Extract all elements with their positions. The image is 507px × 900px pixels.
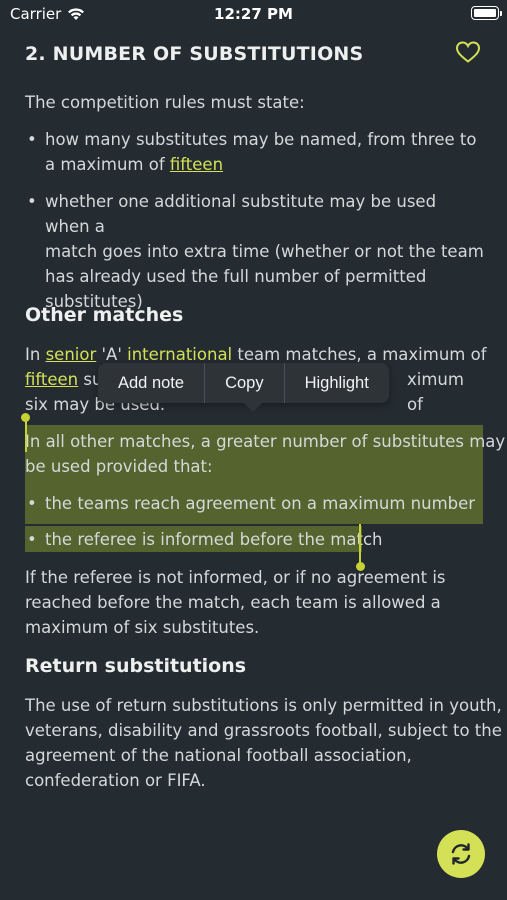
list-item: whether one additional substitute may be… — [25, 189, 485, 314]
add-note-button[interactable]: Add note — [98, 363, 204, 403]
paragraph-line: confederation or FIFA. — [25, 771, 206, 790]
selection-start-caret — [24, 418, 27, 452]
paragraph-line-fragment: ximum of — [407, 370, 464, 414]
paragraph-line: fifteen su — [25, 370, 103, 389]
text-selection-menu: Add note Copy Highlight — [98, 363, 389, 412]
intro-text: The competition rules must state: — [25, 93, 305, 112]
status-time: 12:27 PM — [214, 5, 293, 23]
list-item: the teams reach agreement on a maximum n… — [25, 491, 485, 516]
glossary-link-fifteen[interactable]: fifteen — [170, 155, 223, 174]
glossary-link-international[interactable]: international — [127, 345, 232, 364]
glossary-link-fifteen-2[interactable]: fifteen — [25, 370, 78, 389]
paragraph-line: reached before the match, each team is a… — [25, 593, 441, 612]
page-title: 2. NUMBER OF SUBSTITUTIONS — [25, 43, 364, 65]
refresh-icon — [451, 843, 471, 865]
list-item: how many substitutes may be named, from … — [25, 127, 485, 177]
list-item-line: match goes into extra time (whether or n… — [45, 242, 484, 261]
selected-paragraph-line: be used provided that: — [25, 457, 213, 476]
paragraph-line: If the referee is not informed, or if no… — [25, 568, 446, 587]
copy-button[interactable]: Copy — [205, 363, 284, 403]
section-heading-other-matches: Other matches — [25, 304, 184, 326]
list-item-line: has already used the full number of perm… — [45, 267, 427, 286]
refresh-button[interactable] — [437, 830, 485, 878]
list-item-text: how many substitutes may be named, from … — [45, 130, 477, 174]
list-item-line: whether one additional substitute may be… — [45, 192, 437, 236]
selected-paragraph-line: In all other matches, a greater number o… — [25, 432, 506, 451]
heart-outline-icon[interactable] — [455, 40, 481, 64]
paragraph-line: maximum of six substitutes. — [25, 618, 260, 637]
selection-end-handle[interactable] — [355, 562, 365, 571]
paragraph-line: The use of return substitutions is only … — [25, 696, 502, 715]
paragraph-line: agreement of the national football assoc… — [25, 746, 412, 765]
highlight-button[interactable]: Highlight — [285, 363, 389, 403]
section-heading-return-substitutions: Return substitutions — [25, 655, 247, 677]
glossary-link-senior[interactable]: senior — [46, 345, 97, 364]
battery-icon — [471, 6, 502, 20]
selection-end-caret — [359, 524, 361, 564]
paragraph-line: veterans, disability and grassroots foot… — [25, 721, 502, 740]
status-bar: Carrier 12:27 PM — [0, 0, 507, 28]
list-item: the referee is informed before the match — [25, 527, 485, 552]
